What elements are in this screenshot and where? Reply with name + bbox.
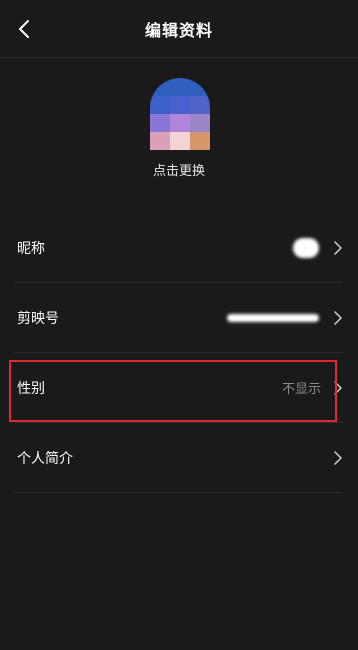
avatar-pixel [170, 96, 190, 114]
chevron-right-icon [333, 310, 343, 326]
avatar-pixel [190, 96, 210, 114]
avatar-image [150, 78, 210, 150]
avatar-pixel [150, 78, 170, 96]
jianying-id-redacted [227, 313, 319, 322]
row-label-jianying-id: 剪映号 [17, 310, 59, 327]
avatar-pixel [170, 78, 190, 96]
row-gender[interactable]: 性别 不显示 [15, 353, 343, 423]
nickname-redacted [293, 237, 319, 258]
avatar-pixel [190, 78, 210, 96]
row-label-gender: 性别 [17, 380, 45, 397]
gender-value: 不显示 [281, 382, 321, 397]
chevron-left-icon [19, 20, 29, 38]
back-button[interactable] [10, 14, 38, 44]
row-jianying-id[interactable]: 剪映号 [15, 283, 343, 353]
row-nickname[interactable]: 昵称 [15, 213, 343, 283]
row-label-bio: 个人简介 [17, 450, 73, 467]
avatar-pixel [190, 132, 210, 150]
avatar-pixel [190, 114, 210, 132]
avatar-pixel [150, 114, 170, 132]
header-bar: 编辑资料 [0, 0, 358, 58]
avatar-pixel [150, 132, 170, 150]
avatar-pixel [170, 114, 190, 132]
chevron-right-icon [333, 450, 343, 466]
row-label-nickname: 昵称 [17, 240, 45, 257]
page-title: 编辑资料 [144, 20, 213, 40]
avatar[interactable] [150, 78, 210, 150]
chevron-right-icon [333, 380, 343, 396]
avatar-pixel [170, 132, 190, 150]
avatar-pixel [150, 96, 170, 114]
row-bio[interactable]: 个人简介 [15, 423, 343, 493]
chevron-right-icon [333, 240, 343, 256]
change-avatar-link[interactable]: 点击更换 [0, 160, 358, 179]
